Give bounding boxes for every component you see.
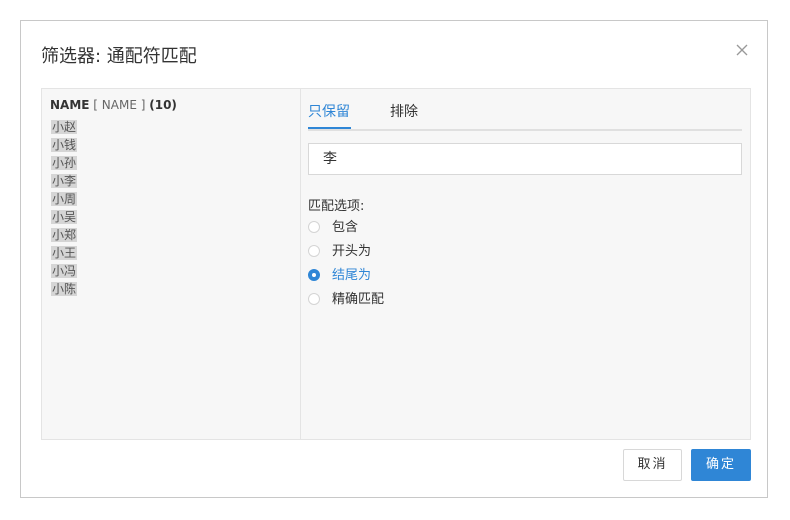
option-contains[interactable]: 包含 xyxy=(308,216,384,240)
list-item: 小孙 xyxy=(51,156,78,170)
list-item: 小周 xyxy=(51,192,78,206)
filter-dialog: 筛选器: 通配符匹配 NAME [ NAME ] (10) 小赵 小钱 小孙 小… xyxy=(20,20,768,498)
list-item: 小赵 xyxy=(51,120,78,134)
list-item: 小吴 xyxy=(51,210,78,224)
list-item: 小王 xyxy=(51,246,78,260)
option-label: 开头为 xyxy=(332,244,372,259)
active-tab-indicator xyxy=(308,127,351,129)
tab-keep[interactable]: 只保留 xyxy=(308,101,350,121)
filter-settings-panel: 只保留 排除 李 匹配选项: 包含 开头为 结尾为 精确匹配 xyxy=(308,89,742,439)
field-count: (10) xyxy=(149,98,177,112)
option-ends-with[interactable]: 结尾为 xyxy=(308,264,384,288)
cancel-button[interactable]: 取消 xyxy=(623,449,682,481)
radio-icon[interactable] xyxy=(308,221,320,233)
tab-bar: 只保留 排除 xyxy=(308,89,742,131)
ok-button[interactable]: 确定 xyxy=(691,449,751,481)
field-header: NAME [ NAME ] (10) xyxy=(50,98,177,112)
list-item: 小冯 xyxy=(51,264,78,278)
tab-exclude[interactable]: 排除 xyxy=(390,101,418,121)
list-item: 小陈 xyxy=(51,282,78,296)
option-exact-match[interactable]: 精确匹配 xyxy=(308,288,384,312)
option-label: 包含 xyxy=(332,220,359,235)
radio-icon[interactable] xyxy=(308,293,320,305)
radio-icon[interactable] xyxy=(308,245,320,257)
dialog-title: 筛选器: 通配符匹配 xyxy=(41,46,197,67)
field-name: NAME xyxy=(50,98,90,112)
list-item: 小李 xyxy=(51,174,78,188)
field-values-panel: NAME [ NAME ] (10) 小赵 小钱 小孙 小李 小周 小吴 小郑 … xyxy=(42,89,301,439)
field-bracket: [ NAME ] xyxy=(93,98,146,112)
list-item: 小郑 xyxy=(51,228,78,242)
close-icon[interactable] xyxy=(735,43,749,57)
list-item: 小钱 xyxy=(51,138,78,152)
option-label: 精确匹配 xyxy=(332,292,385,307)
match-options: 包含 开头为 结尾为 精确匹配 xyxy=(308,216,384,312)
wildcard-input[interactable]: 李 xyxy=(308,143,742,175)
match-options-label: 匹配选项: xyxy=(308,199,365,214)
value-list: 小赵 小钱 小孙 小李 小周 小吴 小郑 小王 小冯 小陈 xyxy=(51,118,78,298)
option-starts-with[interactable]: 开头为 xyxy=(308,240,384,264)
dialog-body: NAME [ NAME ] (10) 小赵 小钱 小孙 小李 小周 小吴 小郑 … xyxy=(41,88,751,440)
radio-checked-icon[interactable] xyxy=(308,269,320,281)
option-label: 结尾为 xyxy=(332,268,372,283)
